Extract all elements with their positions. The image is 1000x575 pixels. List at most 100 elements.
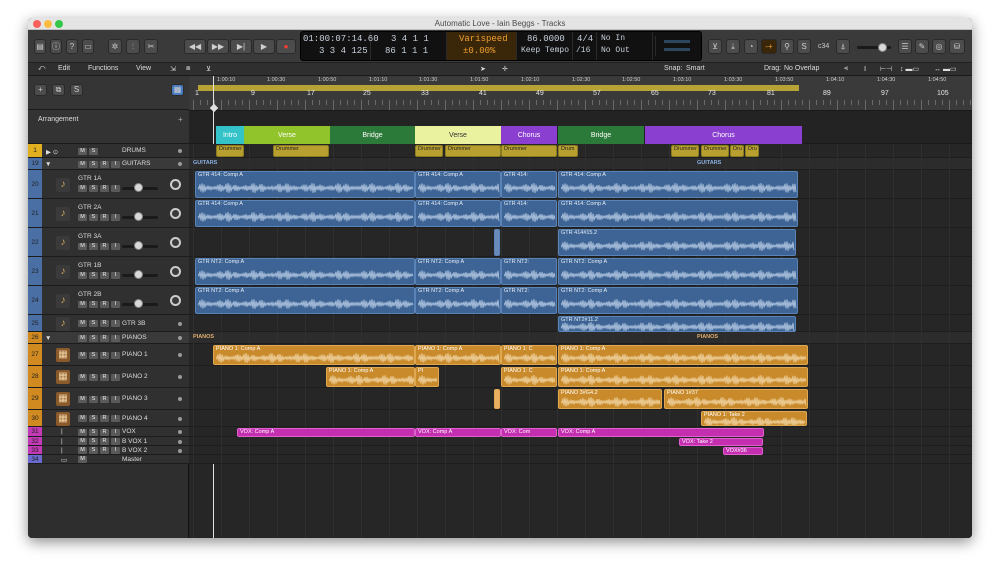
track-record-button[interactable]: R — [100, 415, 109, 422]
track-name[interactable]: GUITARS — [122, 160, 150, 167]
track-name[interactable]: GTR 3A — [78, 233, 101, 240]
count-in-button[interactable]: -+ — [761, 39, 777, 54]
track-record-button[interactable]: R — [100, 213, 109, 221]
help-icon[interactable]: ? — [66, 39, 78, 54]
track-header[interactable]: 34 ▭ M Master — [28, 455, 189, 464]
track-name[interactable]: PIANO 3 — [122, 395, 148, 402]
region[interactable]: GTR 414: — [501, 171, 557, 198]
folder-disclosure-icon[interactable]: ▼ — [45, 161, 51, 168]
track-mute-button[interactable]: M — [78, 148, 87, 155]
track-header[interactable]: 22 ♪ M S R I GTR 3A — [28, 228, 189, 257]
inspector-icon[interactable]: ⓘ — [50, 39, 62, 54]
snap-select[interactable]: Smart — [686, 65, 705, 72]
track-header[interactable]: 19 ▼ M S R I GUITARS — [28, 158, 189, 170]
varispeed-display[interactable]: Varispeed ±0.00% — [447, 32, 517, 60]
track-solo-button[interactable]: S — [89, 351, 98, 359]
track-record-button[interactable]: R — [100, 373, 109, 381]
region[interactable]: GTR 414: Comp A — [415, 171, 501, 198]
track-lane[interactable] — [189, 455, 972, 464]
rewind-button[interactable]: ◀◀ — [184, 39, 206, 54]
region[interactable]: GTR 414#15.2 — [558, 229, 796, 256]
loop-browser-icon[interactable]: ◎ — [932, 39, 946, 54]
go-to-beginning-button[interactable]: ▶| — [230, 39, 252, 54]
track-input-button[interactable]: I — [111, 184, 120, 192]
waveform-zoom-icon[interactable]: ⫷ — [844, 65, 848, 73]
track-header[interactable]: 30 ▦ M S R I PIANO 4 — [28, 410, 189, 427]
track-header[interactable]: 33 | M S R I B VOX 2 — [28, 446, 189, 455]
region[interactable]: PIANO 1: Comp A — [213, 345, 415, 365]
track-input-button[interactable]: I — [111, 351, 120, 359]
track-mute-button[interactable]: M — [78, 184, 87, 192]
track-mute-button[interactable]: M — [78, 271, 87, 279]
editors-icon[interactable]: ✂ — [144, 39, 158, 54]
region[interactable]: PI — [415, 367, 439, 387]
region[interactable]: Drummer — [671, 145, 699, 157]
track-input-button[interactable]: I — [111, 438, 120, 445]
in-out-display[interactable]: No In No Out — [597, 32, 653, 60]
functions-menu[interactable]: Functions — [88, 65, 118, 72]
track-record-button[interactable]: R — [100, 447, 109, 454]
replace-icon[interactable]: ⊻ — [708, 39, 722, 54]
track-name[interactable]: B VOX 2 — [122, 447, 147, 454]
track-lane[interactable] — [189, 437, 972, 446]
add-marker-icon[interactable]: + — [178, 115, 183, 124]
forward-button[interactable]: ▶▶ — [207, 39, 229, 54]
track-input-button[interactable]: I — [111, 161, 120, 168]
region[interactable]: GTR 414: Comp A — [195, 171, 415, 198]
track-header[interactable]: 20 ♪ M S R I GTR 1A — [28, 170, 189, 199]
track-record-button[interactable]: R — [100, 242, 109, 250]
track-solo-button[interactable]: S — [89, 161, 98, 168]
region[interactable]: Drummer — [415, 145, 443, 157]
track-solo-button[interactable]: S — [89, 184, 98, 192]
track-mute-button[interactable]: M — [78, 213, 87, 221]
track-name[interactable]: GTR 3B — [122, 320, 145, 327]
track-input-button[interactable]: I — [111, 271, 120, 279]
track-header[interactable]: 31 | M S R I VOX — [28, 427, 189, 437]
add-track-button[interactable]: + — [34, 84, 47, 96]
tuning-fork-icon[interactable]: ⍋ — [836, 39, 850, 54]
region[interactable]: VOX#36 — [723, 447, 763, 455]
track-record-button[interactable]: R — [100, 335, 109, 342]
region[interactable]: GTR 414: Comp A — [558, 200, 798, 227]
region[interactable]: PIANO 1: Comp A — [326, 367, 415, 387]
lcd-position[interactable]: 01:00:07:14.60 3 3 4 125 — [301, 32, 379, 60]
region[interactable]: Drummer — [216, 145, 244, 157]
track-pan-knob[interactable] — [170, 179, 181, 190]
zoom-fit-icon[interactable]: ⊻ — [206, 65, 211, 73]
region[interactable]: GTR NT2: Comp A — [558, 287, 798, 314]
region[interactable]: Drummer — [273, 145, 329, 157]
track-record-button[interactable]: R — [100, 395, 109, 403]
region[interactable]: VOX: Comp A — [415, 428, 501, 437]
autopunch-icon[interactable]: ⚲ — [780, 39, 794, 54]
global-solo-button[interactable]: S — [70, 84, 83, 96]
track-header[interactable]: 23 ♪ M S R I GTR 1B — [28, 257, 189, 286]
region[interactable]: GTR NT2: Comp A — [195, 258, 415, 285]
track-input-button[interactable]: I — [111, 415, 120, 422]
track-solo-button[interactable]: S — [89, 242, 98, 250]
track-mute-button[interactable]: M — [78, 456, 87, 463]
track-mute-button[interactable]: M — [78, 429, 87, 436]
region[interactable]: GTR NT2: Comp A — [415, 258, 501, 285]
track-record-button[interactable]: R — [100, 320, 109, 327]
region[interactable]: GTR NT2: — [501, 287, 557, 314]
track-name[interactable]: PIANO 4 — [122, 415, 148, 422]
arrangement-marker[interactable]: Intro — [216, 126, 244, 146]
tempo-display[interactable]: 86.0000 Keep Tempo — [517, 32, 573, 60]
master-volume-knob[interactable] — [878, 43, 887, 52]
edit-menu[interactable]: Edit — [58, 65, 70, 72]
track-name[interactable]: GTR 2A — [78, 204, 101, 211]
smart-controls-icon[interactable]: ✲ — [108, 39, 122, 54]
track-name[interactable]: VOX — [122, 428, 136, 435]
track-input-button[interactable]: I — [111, 447, 120, 454]
solo-icon[interactable]: S — [797, 39, 811, 54]
region[interactable]: PIANO 1: Comp A — [558, 345, 808, 365]
track-solo-button[interactable]: S — [89, 148, 98, 155]
region[interactable]: GTR 414: Comp A — [195, 200, 415, 227]
arrangement-marker[interactable]: Bridge — [558, 126, 644, 146]
track-record-button[interactable]: R — [100, 351, 109, 359]
region[interactable]: VOX: Comp A — [558, 428, 764, 437]
toolbar-icon[interactable]: ▭ — [82, 39, 94, 54]
region[interactable]: PIANO 1: Comp A — [558, 367, 808, 387]
track-input-button[interactable]: I — [111, 242, 120, 250]
track-input-button[interactable]: I — [111, 213, 120, 221]
